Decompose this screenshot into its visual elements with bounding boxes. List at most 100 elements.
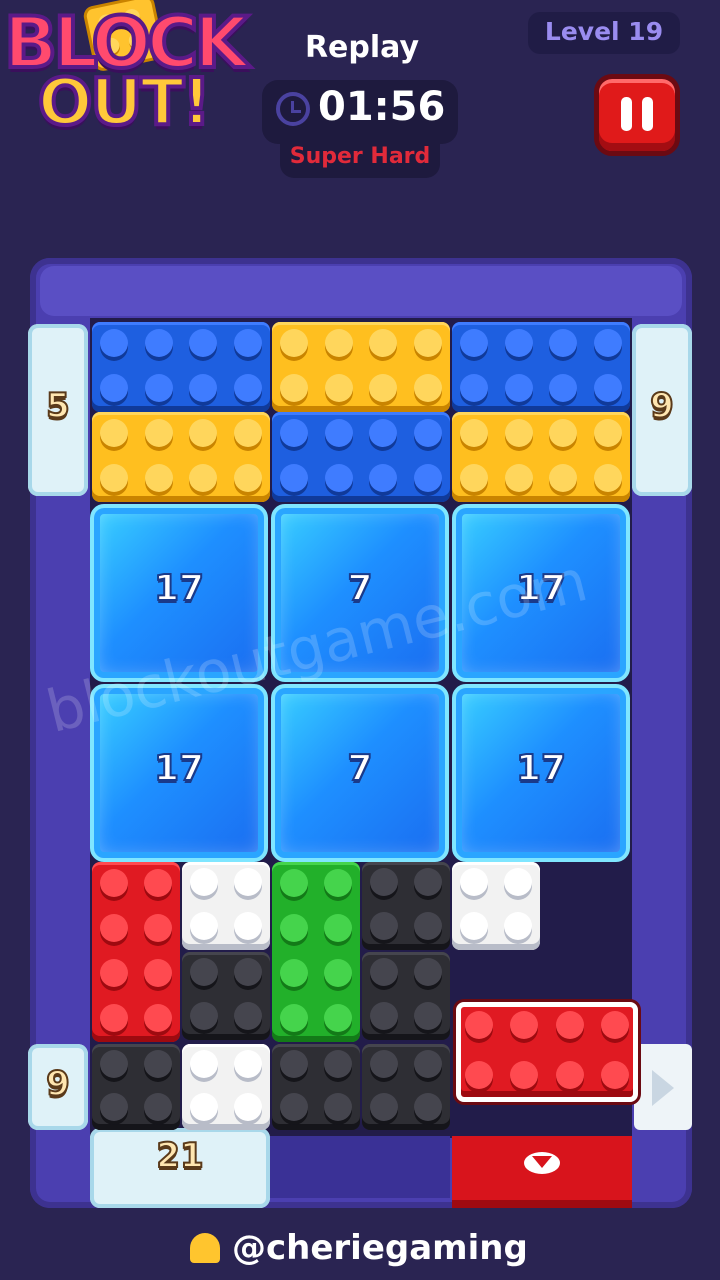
lego-stud	[189, 373, 218, 402]
lego-stud	[324, 373, 353, 402]
black-lego-block[interactable]	[362, 1044, 450, 1130]
lego-stud	[144, 958, 172, 987]
white-lego-block[interactable]	[182, 1044, 270, 1130]
gate-count: 9	[649, 385, 675, 427]
lego-stud	[190, 912, 218, 940]
clock-icon	[276, 92, 310, 126]
blue-lego-block[interactable]	[92, 322, 270, 412]
ice-block[interactable]: 7	[271, 684, 449, 862]
red-lego-block[interactable]	[92, 862, 180, 1042]
lego-stud	[460, 868, 488, 896]
lego-stud	[280, 958, 308, 987]
lego-stud	[190, 1092, 218, 1121]
black-lego-block[interactable]	[362, 862, 450, 950]
lego-stud	[369, 463, 398, 492]
lego-stud	[233, 373, 262, 402]
lego-stud	[549, 418, 578, 447]
lego-stud	[504, 868, 532, 896]
lego-stud	[324, 418, 353, 447]
lego-stud	[464, 1011, 493, 1039]
left-gate-top: 5	[28, 324, 88, 496]
ice-count: 17	[515, 747, 567, 790]
lego-stud	[234, 1049, 262, 1078]
lego-stud	[189, 463, 218, 492]
black-lego-block[interactable]	[92, 1044, 180, 1130]
black-lego-block[interactable]	[272, 1044, 360, 1130]
handle-text: @cheriegaming	[232, 1228, 528, 1268]
pause-button[interactable]	[594, 74, 680, 156]
arrow-right-icon	[652, 1070, 674, 1106]
pause-icon	[621, 97, 632, 131]
lego-stud	[414, 912, 442, 940]
lego-stud	[100, 1049, 128, 1078]
level-label: Level 19	[528, 12, 680, 54]
green-lego-block[interactable]	[272, 862, 360, 1042]
right-arrow-gate	[634, 1044, 692, 1130]
yellow-lego-block[interactable]	[92, 412, 270, 502]
lego-stud	[189, 328, 218, 357]
lego-stud	[234, 1092, 262, 1121]
ice-count: 7	[346, 747, 373, 790]
lego-stud	[324, 328, 353, 357]
board-top-rail	[40, 266, 682, 316]
blue-lego-block[interactable]	[452, 322, 630, 412]
lego-stud	[280, 373, 309, 402]
lego-stud	[324, 868, 352, 897]
white-lego-block[interactable]	[452, 862, 540, 950]
lego-stud	[234, 868, 262, 896]
lego-stud	[324, 463, 353, 492]
lego-stud	[324, 1003, 352, 1032]
lego-stud	[460, 418, 489, 447]
lego-stud	[144, 868, 172, 897]
lego-stud	[413, 373, 442, 402]
lego-stud	[370, 868, 398, 896]
gate-count: 9	[45, 1063, 71, 1105]
lego-stud	[464, 1061, 493, 1089]
lego-stud	[100, 463, 129, 492]
lego-stud	[324, 958, 352, 987]
black-lego-block[interactable]	[362, 952, 450, 1040]
lego-stud	[413, 418, 442, 447]
lego-stud	[460, 328, 489, 357]
lego-stud	[324, 913, 352, 942]
red-exit-gate	[452, 1136, 632, 1208]
lego-stud	[504, 912, 532, 940]
lego-stud	[413, 463, 442, 492]
lego-stud	[593, 373, 622, 402]
blue-lego-block[interactable]	[272, 412, 450, 502]
chevron-down-icon	[524, 1152, 560, 1174]
lego-stud	[414, 868, 442, 896]
black-lego-block[interactable]	[182, 952, 270, 1040]
difficulty-label: Super Hard	[280, 142, 440, 178]
lego-stud	[510, 1011, 539, 1039]
lego-stud	[370, 1092, 398, 1121]
lego-stud	[370, 912, 398, 940]
lego-stud	[190, 1049, 218, 1078]
lego-stud	[190, 1002, 218, 1030]
yellow-lego-block[interactable]	[452, 412, 630, 502]
lego-stud	[593, 463, 622, 492]
lego-stud	[144, 463, 173, 492]
lego-stud	[324, 1092, 352, 1121]
lego-stud	[280, 328, 309, 357]
lego-stud	[100, 958, 128, 987]
lego-stud	[189, 418, 218, 447]
lego-stud	[234, 958, 262, 986]
white-lego-block[interactable]	[182, 862, 270, 950]
lego-stud	[280, 1003, 308, 1032]
lego-stud	[414, 1092, 442, 1121]
lego-stud	[593, 418, 622, 447]
lego-stud	[280, 868, 308, 897]
red-lego-block[interactable]	[456, 1002, 638, 1102]
lego-stud	[280, 913, 308, 942]
lego-stud	[369, 373, 398, 402]
lego-stud	[460, 463, 489, 492]
lego-stud	[413, 328, 442, 357]
lego-stud	[504, 373, 533, 402]
ice-block[interactable]: 17	[452, 684, 630, 862]
lego-stud	[100, 1092, 128, 1121]
yellow-lego-block[interactable]	[272, 322, 450, 412]
bell-icon	[190, 1233, 220, 1263]
lego-stud	[324, 1049, 352, 1078]
lego-stud	[144, 373, 173, 402]
